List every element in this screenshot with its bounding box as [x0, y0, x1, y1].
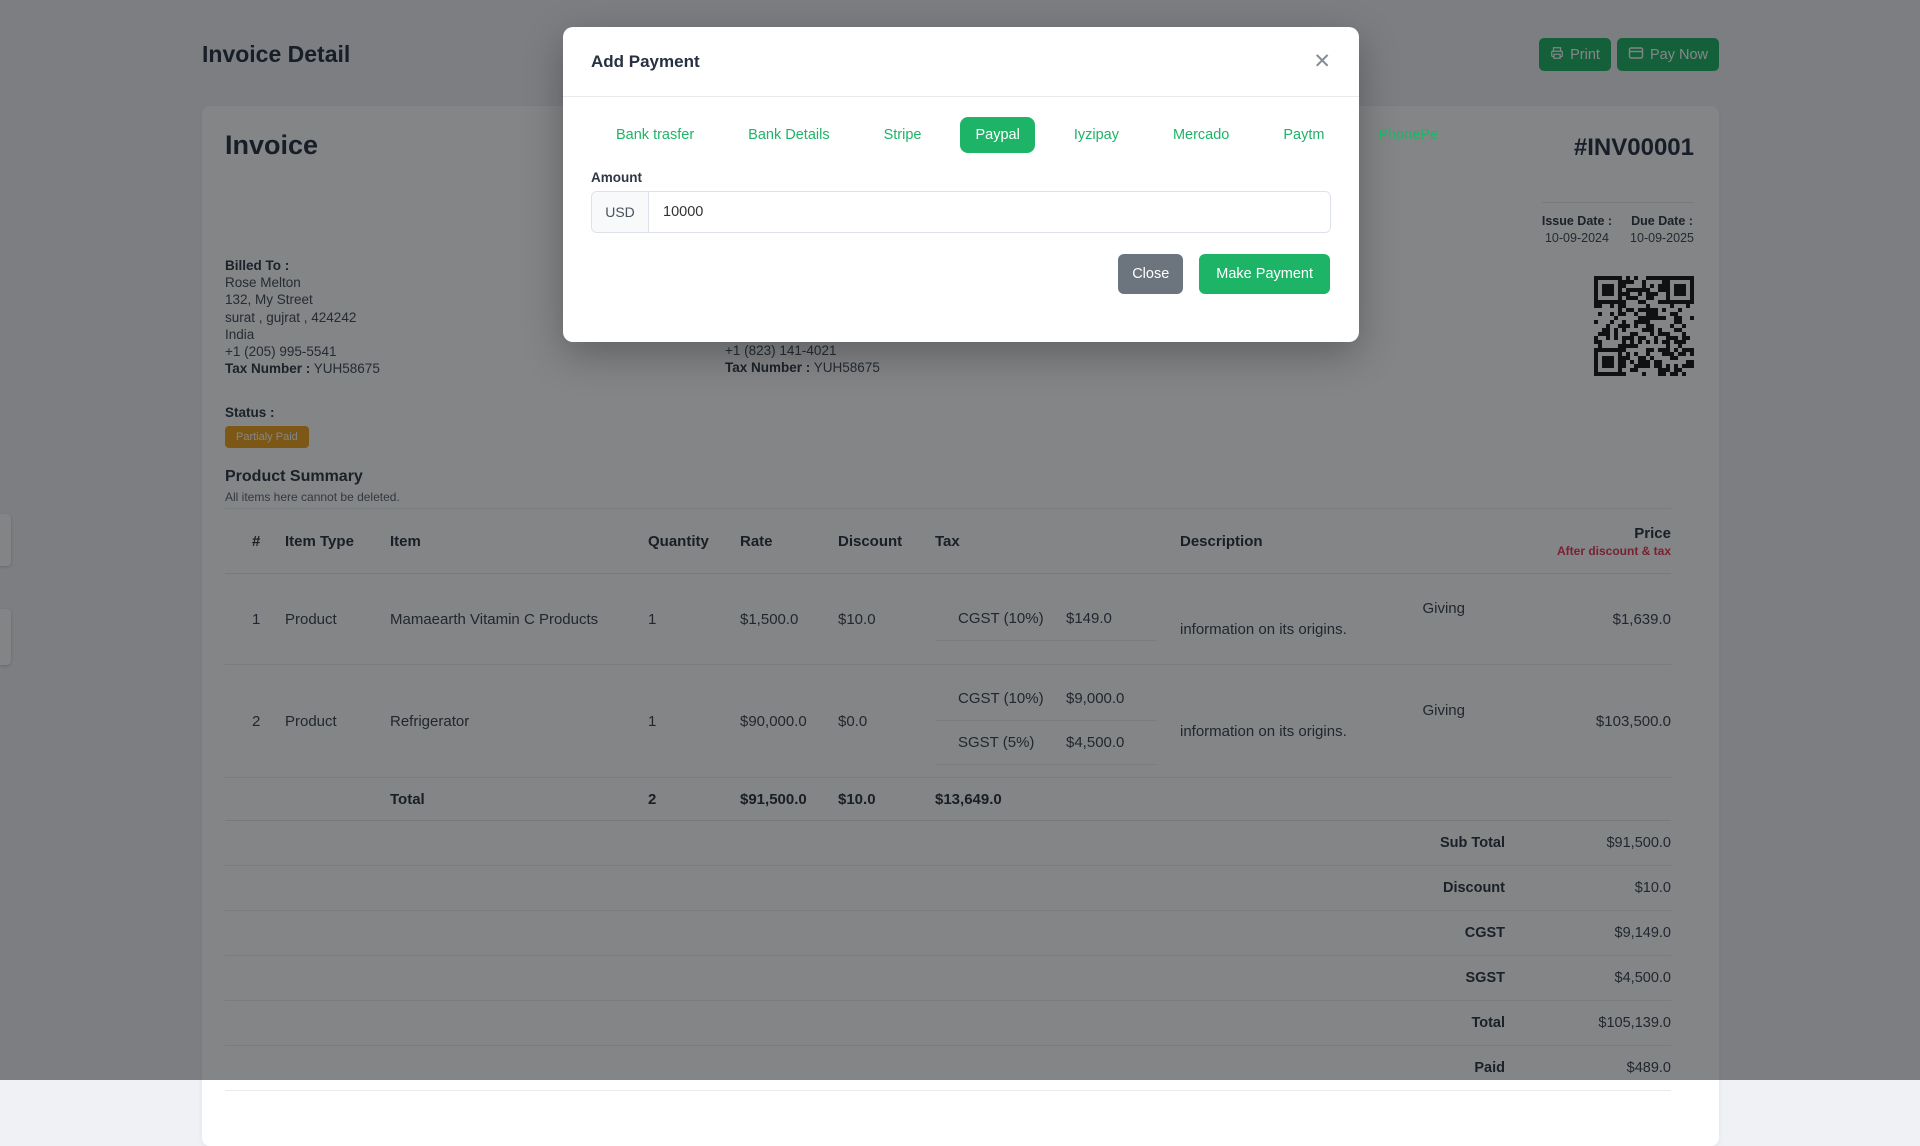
- add-payment-modal: Add Payment ✕ Bank trasfer Bank Details …: [563, 27, 1438, 342]
- currency-addon: USD: [592, 192, 649, 232]
- payment-method-tabs: Bank trasfer Bank Details Stripe Paypal …: [601, 115, 1438, 155]
- payment-tab-bank-transfer[interactable]: Bank trasfer: [601, 117, 709, 153]
- amount-input-group: USD: [591, 191, 1331, 233]
- close-icon[interactable]: ✕: [1311, 49, 1333, 74]
- make-payment-button[interactable]: Make Payment: [1199, 254, 1330, 294]
- modal-footer: Close Make Payment: [563, 233, 1359, 294]
- payment-tab-iyzipay[interactable]: Iyzipay: [1059, 117, 1134, 153]
- payment-tab-mercado[interactable]: Mercado: [1158, 117, 1244, 153]
- amount-input[interactable]: [649, 192, 1330, 232]
- amount-label: Amount: [591, 170, 642, 185]
- modal-close-button[interactable]: Close: [1118, 254, 1184, 294]
- payment-tab-phonepe[interactable]: PhonePe: [1363, 117, 1453, 153]
- payment-tab-paytm[interactable]: Paytm: [1268, 117, 1339, 153]
- payment-tab-bank-details[interactable]: Bank Details: [733, 117, 844, 153]
- modal-title: Add Payment: [591, 51, 700, 71]
- modal-header: Add Payment ✕: [563, 27, 1359, 97]
- payment-tab-paypal[interactable]: Paypal: [960, 117, 1035, 153]
- payment-tab-stripe[interactable]: Stripe: [869, 117, 937, 153]
